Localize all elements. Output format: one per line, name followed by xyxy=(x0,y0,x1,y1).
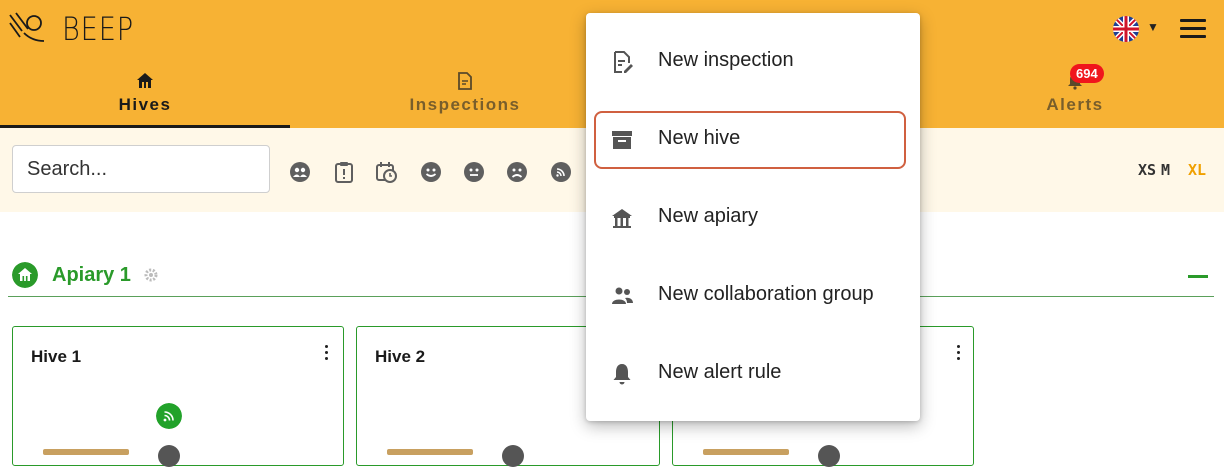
apiary-icon xyxy=(612,209,632,228)
collapse-icon[interactable] xyxy=(1188,275,1208,278)
app-logo[interactable]: BEEP xyxy=(8,10,147,48)
highlight-outline xyxy=(594,111,906,169)
calendar-clock-icon[interactable] xyxy=(375,161,397,183)
menu-item-new-alert-rule[interactable]: New alert rule xyxy=(586,343,920,403)
menu-item-new-hive[interactable]: New hive xyxy=(586,109,920,169)
tab-hives[interactable]: Hives xyxy=(0,66,290,126)
sensor-icon[interactable] xyxy=(550,161,572,183)
size-xs-toggle[interactable]: XS xyxy=(1138,161,1156,179)
menu-item-new-inspection[interactable]: New inspection xyxy=(586,31,920,91)
smiley-happy-icon[interactable] xyxy=(420,161,442,183)
tab-alerts-label: Alerts xyxy=(1046,95,1104,114)
home-icon xyxy=(137,73,153,88)
search-input[interactable] xyxy=(12,145,270,193)
menu-item-label: New collaboration group xyxy=(658,283,874,305)
more-vert-icon[interactable] xyxy=(325,345,329,363)
tab-inspections-label: Inspections xyxy=(409,95,521,114)
add-menu: New inspection New hive New apiary New c… xyxy=(586,13,920,421)
hive-status-dot xyxy=(502,445,524,467)
menu-item-label: New apiary xyxy=(658,205,759,227)
tab-inspections[interactable]: Inspections xyxy=(380,66,550,126)
apiary-header: Apiary 1 xyxy=(12,262,159,288)
more-vert-icon[interactable] xyxy=(957,345,961,363)
size-m-toggle[interactable]: M xyxy=(1161,161,1170,179)
bee-logo-icon xyxy=(9,12,45,42)
menu-hamburger-icon[interactable] xyxy=(1180,19,1206,39)
inspection-edit-icon xyxy=(614,51,633,73)
apiary-name[interactable]: Apiary 1 xyxy=(52,264,131,287)
menu-item-new-apiary[interactable]: New apiary xyxy=(586,187,920,247)
menu-item-label: New alert rule xyxy=(658,361,782,383)
hive-status-dot xyxy=(158,445,180,467)
language-flag-icon[interactable] xyxy=(1113,16,1139,42)
hive-status-dot xyxy=(818,445,840,467)
menu-item-new-collaboration-group[interactable]: New collaboration group xyxy=(586,265,920,325)
smiley-sad-icon[interactable] xyxy=(506,161,528,183)
menu-item-label: New inspection xyxy=(658,49,794,71)
hive-name: Hive 2 xyxy=(375,347,426,366)
menu-item-label: New hive xyxy=(658,127,741,149)
alerts-count-badge: 694 xyxy=(1070,64,1104,83)
tab-hives-label: Hives xyxy=(118,95,172,114)
app-name: BEEP xyxy=(62,10,134,48)
clipboard-alert-icon[interactable] xyxy=(333,161,355,183)
sensor-icon[interactable] xyxy=(156,403,182,429)
hive-name: Hive 1 xyxy=(31,347,82,366)
size-xl-toggle[interactable]: XL xyxy=(1188,161,1206,179)
language-caret-icon[interactable]: ▼ xyxy=(1147,20,1159,34)
bell-icon xyxy=(613,364,631,385)
smiley-neutral-icon[interactable] xyxy=(463,161,485,183)
hive-box-icon xyxy=(612,131,632,149)
apiary-icon xyxy=(12,262,38,288)
hive-card[interactable]: Hive 1 xyxy=(12,326,344,467)
group-icon xyxy=(612,287,633,304)
gear-icon[interactable] xyxy=(143,267,159,283)
group-icon[interactable] xyxy=(289,161,311,183)
inspection-icon xyxy=(458,72,472,90)
